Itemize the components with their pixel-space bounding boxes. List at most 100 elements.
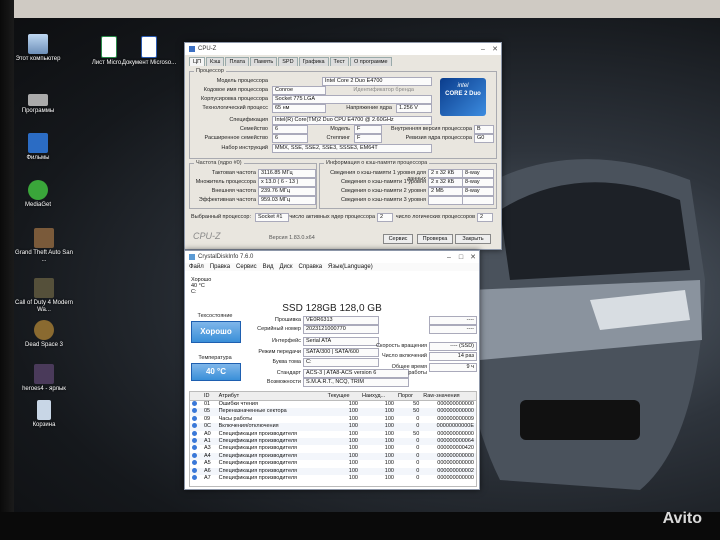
cell-thr: 50 [413, 401, 420, 407]
excel-icon [101, 36, 117, 58]
selected-cpu-select[interactable]: Socket #1 [255, 213, 289, 222]
tab-graphics[interactable]: Графика [298, 57, 329, 66]
desktop-icon-cod[interactable]: Call of Duty 4 Modern Wa... [14, 278, 74, 314]
brand-id-label: Идентификатор бренда [353, 87, 414, 93]
desktop-icon-mediaget[interactable]: MediaGet [8, 180, 68, 209]
clocks-legend: Частота (ядро #0) [194, 160, 244, 166]
desktop-icon-computer[interactable]: Этот компьютер [8, 34, 68, 63]
field-label: Прошивка [274, 317, 301, 323]
column-header[interactable]: Порог [395, 392, 422, 401]
model-label: Модель [330, 126, 350, 132]
status-dot-cell [190, 438, 202, 445]
drive-selector[interactable]: Хорошо 40 °C C: [191, 277, 225, 297]
cell-worst: 100 [384, 460, 394, 467]
menu-language[interactable]: Язык(Language) [328, 264, 373, 270]
field-label: Спецификация [229, 117, 268, 123]
table-row[interactable]: 01 Ошибки чтения 100 100 50 000000000000 [190, 400, 476, 409]
cell-name: Спецификация производителя [218, 438, 298, 445]
desktop-icon-programs[interactable]: Программы [8, 88, 68, 115]
table-row[interactable]: A6 Спецификация производителя 100 100 0 00000… [190, 467, 476, 476]
cell-cur: 100 [348, 460, 358, 467]
film-folder-icon [28, 133, 48, 153]
desktop-icon-label: Этот компьютер [15, 56, 61, 62]
tab-about[interactable]: О программе [349, 57, 392, 66]
tab-bench[interactable]: Тест [329, 57, 349, 66]
cell-thr: 50 [413, 408, 420, 415]
field-label: Режим передачи [258, 349, 301, 355]
desktop-icon-recycle-bin[interactable]: Корзина [14, 400, 74, 429]
effective-speed-value: 959.03 МГц [258, 196, 316, 205]
interface-value: Serial ATA [303, 337, 379, 346]
logical-cpus-value: 2 [477, 213, 493, 222]
cell-thr: 0 [416, 415, 420, 422]
recycle-bin-icon [37, 400, 51, 420]
cell-raw: 000000000000 [437, 452, 474, 459]
tools-button[interactable]: Сервис [383, 234, 413, 244]
menu-function[interactable]: Сервис [236, 264, 257, 270]
cpuz-version: Версия 1.83.0.x64 [269, 235, 315, 241]
cell-raw: 000000000064 [437, 438, 474, 445]
column-header[interactable]: Raw-значения [421, 392, 476, 401]
cell-id: A3 [204, 445, 211, 452]
table-row[interactable]: A4 Спецификация производителя 100 100 0 00000… [190, 452, 476, 461]
instructions-value: MMX, SSE, SSE2, SSE3, SSSE3, EM64T [272, 144, 432, 153]
tab-mainboard[interactable]: Плата [225, 57, 250, 66]
tab-cpu[interactable]: ЦП [189, 57, 206, 66]
cell-name: Включения/отключения [218, 423, 279, 430]
tab-cache[interactable]: Кэш [206, 57, 225, 66]
table-row[interactable]: A0 Спецификация производителя 100 100 50 0000… [190, 430, 476, 439]
column-header[interactable]: Атрибут [216, 392, 326, 401]
tab-spd[interactable]: SPD [278, 57, 298, 66]
desktop-icon-deadspace[interactable]: Dead Space 3 [14, 320, 74, 349]
desktop-icon-gta[interactable]: Grand Theft Auto San ... [14, 228, 74, 264]
close-icon[interactable]: ✕ [489, 45, 501, 53]
cell-id: A7 [204, 475, 211, 482]
minimize-icon[interactable]: – [477, 46, 489, 53]
status-dot-cell [190, 423, 202, 430]
cpu-model-value: Intel Core 2 Duo E4700 [322, 77, 432, 86]
cell-thr: 50 [413, 430, 420, 437]
cell-thr: 0 [416, 460, 420, 467]
close-icon[interactable]: ✕ [467, 253, 479, 261]
menu-disk[interactable]: Диск [279, 264, 292, 270]
cpuz-tabs: ЦП Кэш Плата Память SPD Графика Тест О п… [185, 55, 501, 66]
bus-speed-value: 239.76 МГц [258, 187, 316, 196]
field-label: Расширенное семейство [204, 135, 268, 141]
cpuz-titlebar: CPU-Z – ✕ [185, 43, 501, 55]
menu-edit[interactable]: Правка [210, 264, 230, 270]
table-row[interactable]: 09 Часы работы 100 100 0 000000000009 [190, 415, 476, 424]
table-row[interactable]: A5 Спецификация производителя 100 100 0 00000… [190, 460, 476, 468]
desktop-icon-label: Фильмы [26, 155, 50, 161]
cell-cur: 100 [348, 452, 358, 459]
desktop-icon-heroes[interactable]: heroes4 - ярлык [14, 364, 74, 393]
table-row[interactable]: 0C Включения/отключения 100 100 0 00000000000… [190, 423, 476, 431]
field-label: Кодовое имя процессора [203, 87, 268, 93]
logical-cpus-label: число логических процессоров [395, 214, 475, 220]
smart-table: ID Атрибут Текущее Наихуд... Порог Raw-з… [189, 391, 477, 487]
menu-file[interactable]: Файл [189, 264, 204, 270]
status-dot-cell [190, 460, 202, 467]
table-row[interactable]: A1 Спецификация производителя 100 100 0 00000… [190, 438, 476, 446]
cell-worst: 100 [384, 415, 394, 422]
minimize-icon[interactable]: – [443, 254, 455, 261]
maximize-icon[interactable]: □ [455, 254, 467, 261]
desktop-icon-films[interactable]: Фильмы [8, 133, 68, 162]
cell-worst: 100 [384, 408, 394, 415]
tab-memory[interactable]: Память [250, 57, 278, 66]
desktop-icon-word[interactable]: Документ Microso... [120, 36, 178, 67]
column-header[interactable]: Наихуд... [359, 392, 396, 401]
table-row[interactable]: A7 Спецификация производителя 100 100 0 00000… [190, 475, 476, 483]
smart-table-body: 01 Ошибки чтения 100 100 50 000000000000 05 Пер… [190, 400, 476, 483]
column-header[interactable]: Текущее [325, 392, 360, 401]
table-row[interactable]: A3 Спецификация производителя 100 100 0 00000… [190, 445, 476, 453]
menu-help[interactable]: Справка [299, 264, 323, 270]
column-header[interactable]: ID [202, 392, 217, 401]
close-button[interactable]: Закрыть [455, 234, 491, 244]
desktop: Этот компьютер Программы Фильмы MediaGet… [0, 0, 720, 540]
cell-raw: 000000000009 [437, 415, 474, 422]
menu-view[interactable]: Вид [263, 264, 274, 270]
validate-button[interactable]: Проверка [417, 234, 453, 244]
table-row[interactable]: 05 Переназначенные сектора 100 100 50 0000000… [190, 408, 476, 416]
cell-id: A6 [204, 467, 211, 474]
technology-value: 65 нм [272, 104, 326, 113]
